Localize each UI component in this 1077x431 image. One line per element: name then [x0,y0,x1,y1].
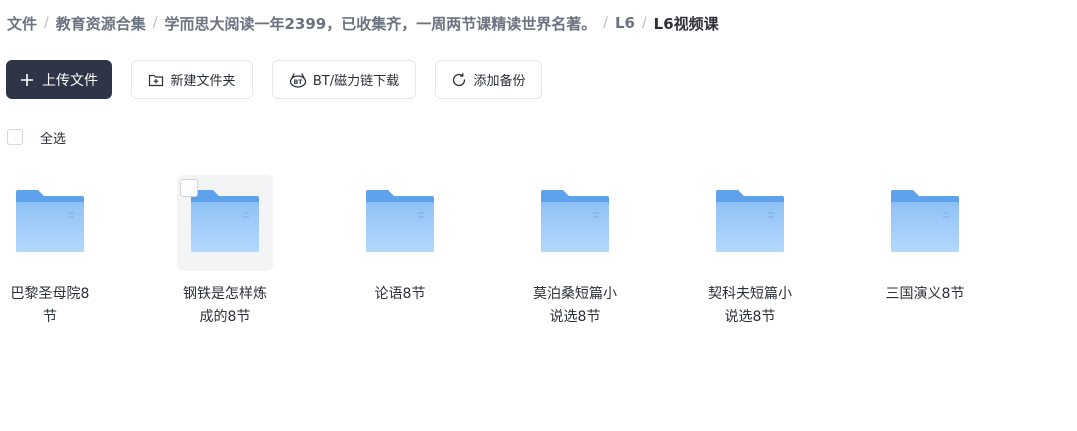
select-all[interactable]: 全选 [7,128,67,147]
folder-tile[interactable] [352,175,448,271]
breadcrumb-separator: / [44,15,49,31]
folder-tile[interactable] [527,175,623,271]
upload-button[interactable]: 上传文件 [6,60,112,99]
breadcrumb-separator: / [641,15,647,31]
breadcrumb-item-course[interactable]: 学而思大阅读一年2399，已收集齐，一周两节课精读世界名著。 [164,13,596,34]
folder-name[interactable]: 论语8节 [345,283,455,306]
folder-tile[interactable] [177,175,273,271]
folder-icon [14,188,86,258]
breadcrumb-separator: / [603,15,608,31]
folder-plus-icon [148,73,164,87]
bt-icon: BT [289,72,307,88]
folder-name[interactable]: 三国演义8节 [870,283,980,306]
folder-tile[interactable] [702,175,798,271]
refresh-icon [451,72,467,88]
breadcrumb: 文件 / 教育资源合集 / 学而思大阅读一年2399，已收集齐，一周两节课精读世… [7,13,719,33]
folder-icon [714,188,786,258]
folder-tile[interactable] [877,175,973,271]
plus-icon [20,73,34,87]
upload-button-label: 上传文件 [42,72,98,89]
add-backup-button[interactable]: 添加备份 [435,60,542,99]
bt-magnet-download-button[interactable]: BT BT/磁力链下载 [272,60,416,99]
folder-name[interactable]: 钢铁是怎样炼 成的8节 [170,283,280,329]
folder-icon [539,188,611,258]
folder-grid: 巴黎圣母院8 节 钢铁是怎样炼 成的8节 论语8节 莫泊桑短篇小 说选8节 契科… [0,175,1077,335]
breadcrumb-item-current: L6视频课 [653,14,719,33]
breadcrumb-item-l6[interactable]: L6 [615,14,635,32]
folder-icon [889,188,961,258]
breadcrumb-item-files[interactable]: 文件 [7,13,37,34]
folder-icon [364,188,436,258]
folder-name[interactable]: 契科夫短篇小 说选8节 [695,283,805,329]
folder-name[interactable]: 莫泊桑短篇小 说选8节 [520,283,630,329]
new-folder-button-label: 新建文件夹 [170,74,236,89]
folder-checkbox[interactable] [180,179,198,197]
bt-magnet-download-button-label: BT/磁力链下载 [312,74,400,89]
file-browser: 文件 / 教育资源合集 / 学而思大阅读一年2399，已收集齐，一周两节课精读世… [0,0,1077,431]
breadcrumb-separator: / [152,15,158,31]
select-all-checkbox[interactable] [7,129,23,145]
new-folder-button[interactable]: 新建文件夹 [131,60,253,99]
breadcrumb-item-education[interactable]: 教育资源合集 [56,13,146,34]
add-backup-button-label: 添加备份 [473,74,526,89]
folder-tile[interactable] [2,175,98,271]
select-all-label: 全选 [40,131,67,147]
svg-text:BT: BT [294,79,304,86]
folder-name[interactable]: 巴黎圣母院8 节 [0,283,105,329]
folder-icon [189,188,261,258]
